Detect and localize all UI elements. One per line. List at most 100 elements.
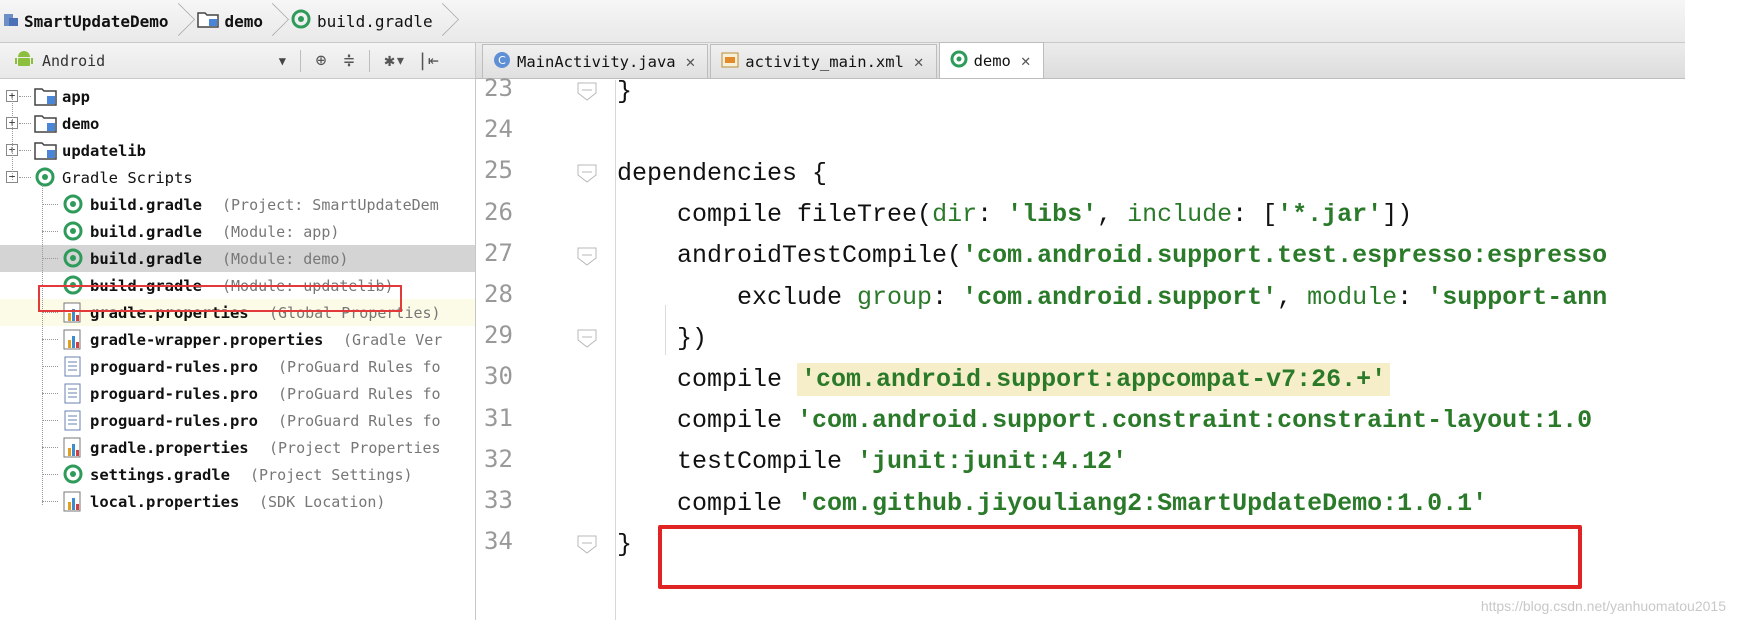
- close-icon[interactable]: ✕: [686, 52, 696, 71]
- code-token-str: 'support-ann: [1427, 282, 1608, 312]
- tree-item-label: app: [62, 87, 90, 106]
- code-line[interactable]: compile 'com.android.support:appcompat-v…: [617, 356, 1391, 402]
- properties-file-icon: [62, 436, 84, 461]
- fold-marker-icon[interactable]: [576, 533, 598, 555]
- svg-text:C: C: [498, 54, 506, 67]
- fold-marker-icon[interactable]: [576, 80, 598, 102]
- tree-item-label: gradle.properties: [90, 438, 249, 457]
- code-token-str-hl: 'com.android.support:appcompat-v7:26.+': [797, 362, 1391, 396]
- code-line[interactable]: compile fileTree(dir: 'libs', include: […: [617, 192, 1412, 238]
- tree-item[interactable]: settings.gradle (Project Settings): [0, 461, 475, 488]
- tree-item-hint: (SDK Location): [259, 492, 386, 511]
- line-number: 28: [484, 280, 513, 308]
- project-tool-window: Android ▼ ⊕ ≑ ✱▾ |⇤ + app + demo + updatelib −…: [0, 43, 476, 620]
- tree-item[interactable]: gradle.properties (Global Properties): [0, 299, 475, 326]
- tab-demo[interactable]: demo ✕: [938, 42, 1044, 78]
- code-line[interactable]: compile 'com.github.jiyouliang2:SmartUpd…: [617, 480, 1487, 526]
- breadcrumb-item-project[interactable]: SmartUpdateDemo: [0, 0, 179, 43]
- tree-item[interactable]: gradle-wrapper.properties (Gradle Ver: [0, 326, 475, 353]
- tree-item-label: proguard-rules.pro: [90, 411, 258, 430]
- chevron-down-icon: ▼: [278, 53, 286, 68]
- tree-item-hint: (Project: SmartUpdateDem: [222, 195, 439, 214]
- code-token: ,: [1277, 282, 1308, 312]
- tree-connector: [42, 339, 58, 340]
- code-line[interactable]: exclude group: 'com.android.support', mo…: [617, 274, 1607, 320]
- code-token-prop: group: [857, 282, 933, 312]
- close-icon[interactable]: ✕: [914, 52, 924, 71]
- tree-connector: [19, 123, 31, 124]
- properties-file-icon: [62, 490, 84, 515]
- code-editor[interactable]: } dependencies { compile fileTree(dir: 'l…: [617, 80, 1685, 620]
- tree-item[interactable]: build.gradle (Module: demo): [0, 245, 475, 272]
- tree-item[interactable]: build.gradle (Module: app): [0, 218, 475, 245]
- java-class-icon: C: [493, 51, 511, 73]
- line-number: 29: [484, 321, 513, 350]
- tree-connector: [42, 501, 58, 502]
- tree-connector: [42, 258, 58, 259]
- tree-item[interactable]: build.gradle (Project: SmartUpdateDem: [0, 191, 475, 218]
- tree-item-label: settings.gradle: [90, 465, 230, 484]
- tree-connector: [19, 96, 31, 97]
- tree-item-label: updatelib: [62, 141, 146, 160]
- text-file-icon: [62, 355, 84, 380]
- project-tree: + app + demo + updatelib − Gradle Scripts build.…: [0, 79, 475, 515]
- crosshair-icon: ⊕: [315, 50, 327, 71]
- code-token: : [: [1232, 200, 1278, 230]
- code-line[interactable]: compile 'com.android.support.constraint:…: [617, 398, 1592, 444]
- collapse-all-button[interactable]: ≑: [335, 47, 363, 75]
- hide-panel-button[interactable]: |⇤: [414, 47, 442, 75]
- tab-label: activity_main.xml: [745, 52, 904, 71]
- project-toolbar: Android ▼ ⊕ ≑ ✱▾ |⇤: [0, 43, 475, 79]
- text-file-icon: [62, 382, 84, 407]
- code-line[interactable]: }: [617, 80, 632, 114]
- breadcrumb-item-file[interactable]: build.gradle: [287, 0, 443, 43]
- code-line[interactable]: }: [617, 521, 632, 567]
- code-line[interactable]: dependencies {: [617, 150, 827, 196]
- project-module-icon: [4, 11, 18, 31]
- gradle-icon: [62, 247, 84, 272]
- breadcrumb-separator: [179, 0, 193, 43]
- fold-marker-icon[interactable]: [576, 327, 598, 349]
- tree-item[interactable]: proguard-rules.pro (ProGuard Rules fo: [0, 407, 475, 434]
- tree-item[interactable]: build.gradle (Module: updatelib): [0, 272, 475, 299]
- tree-item[interactable]: − Gradle Scripts: [0, 164, 475, 191]
- tree-item[interactable]: proguard-rules.pro (ProGuard Rules fo: [0, 353, 475, 380]
- tree-item-hint: (Global Properties): [269, 303, 441, 322]
- code-line[interactable]: }): [617, 315, 707, 361]
- code-line[interactable]: testCompile 'junit:junit:4.12': [617, 439, 1127, 485]
- tree-item[interactable]: + demo: [0, 110, 475, 137]
- code-token: ]): [1382, 200, 1413, 230]
- code-line[interactable]: androidTestCompile('com.android.support.…: [617, 233, 1607, 279]
- settings-button[interactable]: ✱▾: [376, 47, 414, 75]
- tree-item[interactable]: proguard-rules.pro (ProGuard Rules fo: [0, 380, 475, 407]
- breadcrumb-label: build.gradle: [317, 11, 433, 31]
- fold-marker-icon[interactable]: [576, 162, 598, 184]
- line-number: 34: [484, 527, 513, 556]
- code-token: }: [617, 529, 633, 559]
- tree-connector: [42, 231, 58, 232]
- folder-module-icon: [34, 112, 58, 137]
- fold-marker-icon[interactable]: [576, 245, 598, 267]
- scroll-from-source-button[interactable]: ⊕: [307, 47, 335, 75]
- tree-connector: [42, 185, 43, 505]
- code-token-str: 'com.github.jiyouliang2:SmartUpdateDemo:…: [797, 488, 1488, 518]
- tree-item[interactable]: + app: [0, 83, 475, 110]
- gradle-icon: [34, 166, 56, 191]
- gradle-icon: [62, 220, 84, 245]
- tree-item[interactable]: gradle.properties (Project Properties: [0, 434, 475, 461]
- breadcrumb-label: SmartUpdateDemo: [24, 11, 169, 31]
- tree-item-hint: (ProGuard Rules fo: [278, 384, 441, 403]
- project-view-dropdown[interactable]: Android ▼: [14, 47, 294, 75]
- code-token-str: 'com.android.support.constraint:constrai…: [797, 406, 1593, 436]
- tree-item[interactable]: + updatelib: [0, 137, 475, 164]
- code-token-str: 'com.android.support.test.espresso:espre…: [962, 241, 1608, 271]
- line-number: 30: [484, 362, 513, 391]
- tab-activity-main-xml[interactable]: activity_main.xml ✕: [710, 44, 937, 78]
- tree-connector: [19, 177, 31, 178]
- close-icon[interactable]: ✕: [1021, 51, 1031, 70]
- code-token: compile: [617, 406, 798, 436]
- tab-mainactivity[interactable]: C MainActivity.java ✕: [482, 44, 709, 78]
- tree-item-label: gradle.properties: [90, 303, 249, 322]
- tree-item[interactable]: local.properties (SDK Location): [0, 488, 475, 515]
- code-token: }): [617, 323, 708, 353]
